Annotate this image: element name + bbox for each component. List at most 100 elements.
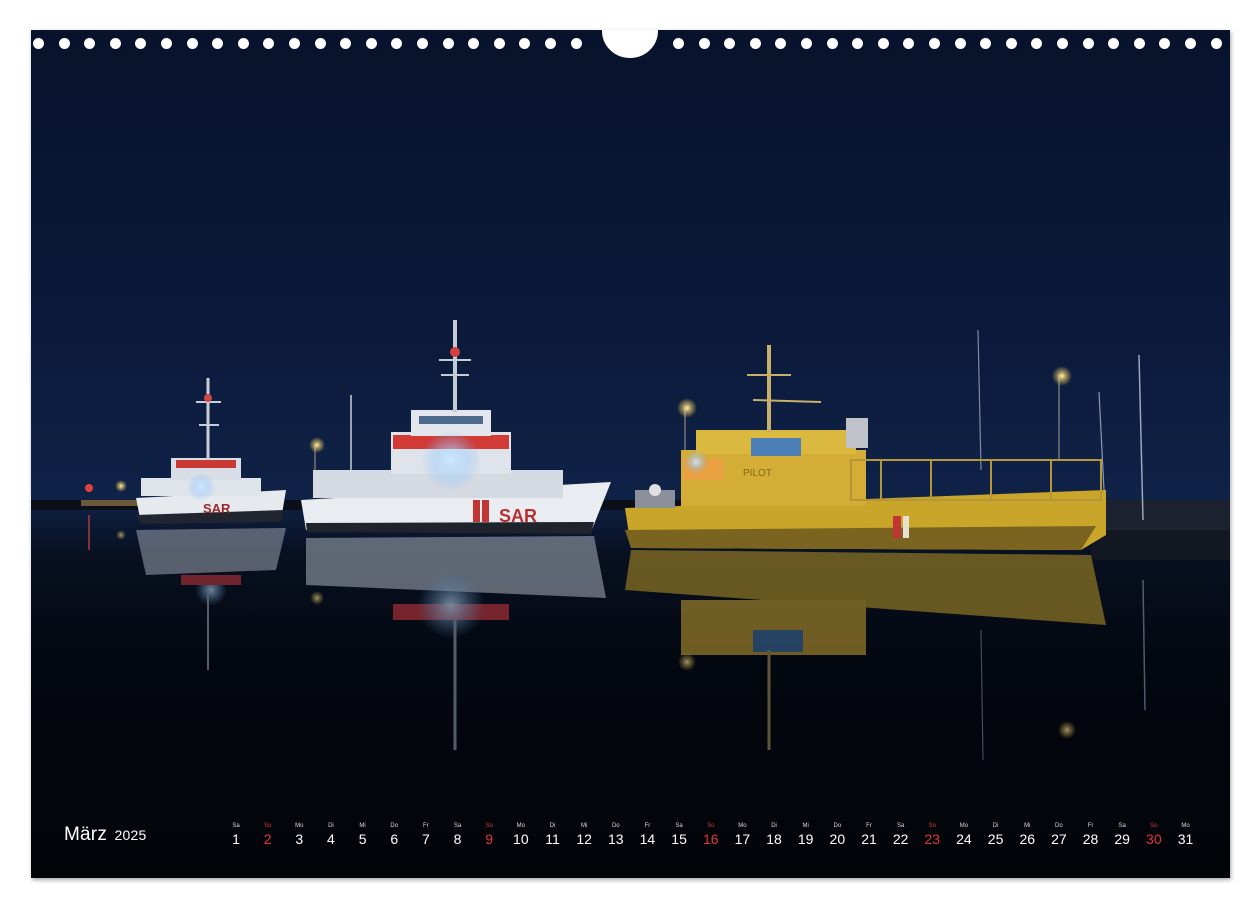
binding-hole (135, 38, 147, 49)
day-number: 14 (639, 831, 656, 847)
binding-hole (417, 38, 428, 49)
calendar-day: Mo 31 (1171, 822, 1201, 848)
binding-hole (314, 38, 326, 49)
binding-hole (1210, 38, 1222, 49)
calendar-day: Di 4 (316, 822, 346, 848)
calendar-day: Mo 10 (506, 822, 536, 848)
calendar-day: Do 20 (822, 822, 852, 848)
day-number: 18 (766, 831, 782, 847)
binding-hole (519, 38, 531, 49)
day-number: 11 (545, 831, 560, 847)
binding-hole (212, 38, 224, 49)
weekday-label: Do (833, 823, 842, 829)
calendar-day: Sa 1 (221, 822, 251, 848)
calendar-day: Do 6 (379, 822, 409, 848)
binding-hole (340, 38, 352, 49)
weekday-label: Di (328, 823, 334, 829)
binding-hole (1031, 38, 1043, 49)
middle-hull-text: SAR (499, 506, 537, 526)
binding-hole (237, 38, 249, 49)
calendar-day: So 9 (474, 822, 504, 848)
calendar-day: Fr 7 (411, 822, 441, 848)
day-number: 27 (1051, 831, 1067, 847)
binding-hole (442, 38, 454, 49)
binding-hole (289, 38, 300, 49)
binding-hole (468, 38, 480, 49)
calendar-day: Di 11 (538, 822, 568, 848)
calendar-day: So 2 (253, 822, 283, 848)
day-number: 2 (263, 831, 272, 847)
weekday-label: Do (611, 823, 620, 829)
day-number: 30 (1146, 831, 1162, 847)
left-hull-text: SAR (203, 501, 231, 516)
weekday-label: Fr (1087, 823, 1094, 829)
weekday-label: Sa (675, 823, 683, 829)
weekday-label: Mi (580, 823, 588, 829)
binding-hole (954, 38, 966, 49)
binding-hole (1159, 38, 1171, 49)
binding-hole (673, 38, 684, 49)
weekday-label: Do (390, 823, 399, 829)
day-number: 31 (1177, 831, 1194, 847)
calendar-day: Do 13 (601, 822, 631, 848)
binding-hole (1005, 38, 1017, 49)
calendar-day: Sa 15 (664, 822, 694, 848)
day-number: 22 (892, 831, 909, 847)
binding-hole (1108, 38, 1120, 49)
weekday-label: Fr (866, 823, 872, 829)
day-number: 16 (702, 831, 719, 847)
binding-hole (263, 38, 275, 49)
day-number: 20 (829, 831, 846, 847)
day-number: 5 (358, 831, 367, 847)
calendar-day: Fr 28 (1076, 822, 1106, 848)
calendar-day: Mo 17 (727, 822, 757, 848)
day-number: 21 (861, 831, 877, 847)
day-number: 13 (608, 831, 624, 847)
weekday-label: So (1150, 823, 1158, 829)
binding-hole (186, 38, 198, 49)
calendar-day: Mi 5 (348, 822, 378, 848)
binding-hole (980, 38, 992, 49)
binding-hole (749, 38, 761, 49)
weekday-label: Mo (959, 823, 969, 829)
middle-sar-boat (301, 320, 611, 534)
binding-hole (801, 38, 812, 49)
calendar-day: Sa 29 (1107, 822, 1137, 848)
calendar-day: Mi 12 (569, 822, 599, 848)
day-number: 8 (453, 831, 462, 847)
calendar-day: So 23 (917, 822, 947, 848)
weekday-label: Mo (295, 823, 304, 829)
mast-1 (1138, 354, 1144, 521)
weekday-label: Sa (1118, 823, 1126, 829)
calendar-day: Mi 26 (1012, 822, 1042, 848)
binding-hole (929, 38, 940, 49)
right-pier (1101, 500, 1230, 530)
weekday-label: Sa (453, 823, 462, 829)
calendar-page: SAR SAR PILOT März 2025 Sa 1 So 2 Mo 3 D… (31, 30, 1230, 878)
binding-hole (877, 38, 889, 49)
pilot-cabin-text: PILOT (743, 468, 772, 479)
calendar-day: Do 27 (1044, 822, 1074, 848)
day-number: 7 (421, 831, 430, 847)
binding-hole (33, 38, 44, 49)
day-number: 23 (924, 831, 941, 847)
calendar-day: Fr 14 (632, 822, 662, 848)
weekday-label: Sa (232, 823, 240, 829)
binding-hole (161, 38, 172, 49)
binding-hole (852, 38, 864, 49)
weekday-label: So (928, 823, 936, 829)
binding-hole (698, 38, 710, 49)
binding-hole (58, 38, 70, 49)
calendar-day: Mi 19 (791, 822, 821, 848)
weekday-label: Mo (1181, 823, 1190, 829)
day-number: 10 (513, 831, 529, 847)
calendar-day: Di 25 (981, 822, 1011, 848)
binding-hole (570, 38, 582, 49)
weekday-label: Mi (802, 823, 809, 829)
calendar-day: Mo 3 (284, 822, 314, 848)
binding-hole (109, 38, 121, 49)
calendar-day: Di 18 (759, 822, 789, 848)
day-number: 26 (1019, 831, 1036, 847)
day-number: 24 (956, 831, 972, 847)
weekday-label: So (485, 823, 493, 829)
